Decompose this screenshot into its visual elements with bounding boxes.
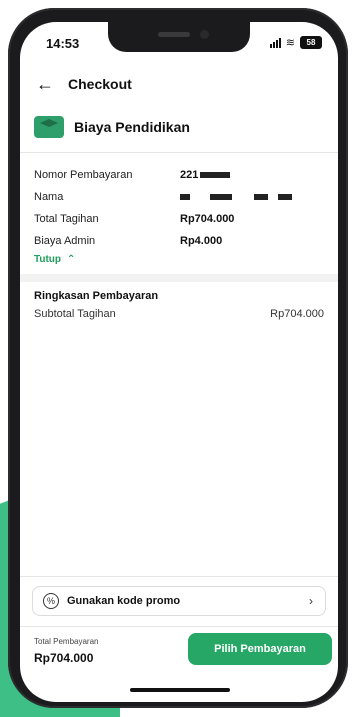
detail-label: Nomor Pembayaran (34, 169, 133, 181)
chevron-right-icon: › (309, 594, 313, 608)
checkout-footer: Total Pembayaran Rp704.000 Pilih Pembaya… (20, 627, 338, 679)
summary-title: Ringkasan Pembayaran (34, 290, 159, 302)
divider (20, 576, 338, 577)
status-time: 14:53 (46, 36, 80, 51)
payment-summary: Ringkasan Pembayaran Subtotal Tagihan Rp… (34, 290, 324, 320)
biller-header: Biaya Pendidikan (34, 116, 190, 138)
total-value: Rp704.000 (34, 651, 94, 665)
summary-row: Subtotal Tagihan Rp704.000 (34, 308, 324, 320)
status-icons: ≋ 58 (269, 36, 322, 49)
section-divider (20, 274, 338, 282)
detail-value: 221 (180, 169, 234, 181)
collapse-toggle[interactable]: Tutup ⌃ (34, 254, 324, 265)
home-indicator (130, 688, 230, 692)
detail-label: Nama (34, 191, 64, 203)
chevron-up-icon: ⌃ (67, 254, 76, 265)
payment-details: Nomor Pembayaran 221 Nama Total Tagihan … (34, 164, 324, 265)
total-label: Total Pembayaran (34, 637, 99, 646)
wifi-icon: ≋ (285, 37, 295, 49)
promo-label: Gunakan kode promo (67, 595, 181, 607)
signal-icon (269, 37, 281, 48)
page-title: Checkout (68, 76, 132, 92)
camera (200, 30, 209, 39)
voucher-icon: % (43, 593, 59, 609)
detail-label: Total Tagihan (34, 213, 99, 225)
notch (108, 22, 250, 52)
detail-row: Total Tagihan Rp704.000 (34, 208, 324, 230)
detail-row: Biaya Admin Rp4.000 (34, 230, 324, 252)
subtotal-value: Rp704.000 (270, 308, 324, 320)
detail-label: Biaya Admin (34, 235, 96, 247)
header: ← Checkout (20, 66, 338, 102)
toggle-label: Tutup (34, 254, 62, 265)
detail-value-masked (180, 191, 296, 203)
detail-row: Nama (34, 186, 324, 208)
biller-name: Biaya Pendidikan (74, 119, 190, 135)
choose-payment-button[interactable]: Pilih Pembayaran (188, 633, 332, 665)
detail-value: Rp4.000 (180, 235, 223, 247)
divider (20, 152, 338, 153)
app-screen: 14:53 ≋ 58 ← Checkout Biaya Pendidikan N… (20, 22, 338, 702)
side-button (11, 204, 17, 250)
back-arrow-icon[interactable]: ← (36, 74, 56, 95)
speaker (158, 32, 190, 37)
battery-icon: 58 (300, 36, 322, 49)
graduation-cap-icon (34, 116, 64, 138)
subtotal-label: Subtotal Tagihan (34, 308, 116, 320)
detail-row: Nomor Pembayaran 221 (34, 164, 324, 186)
promo-code-button[interactable]: % Gunakan kode promo › (32, 586, 326, 616)
detail-value: Rp704.000 (180, 213, 235, 225)
side-button (11, 104, 17, 130)
side-button (11, 148, 17, 194)
